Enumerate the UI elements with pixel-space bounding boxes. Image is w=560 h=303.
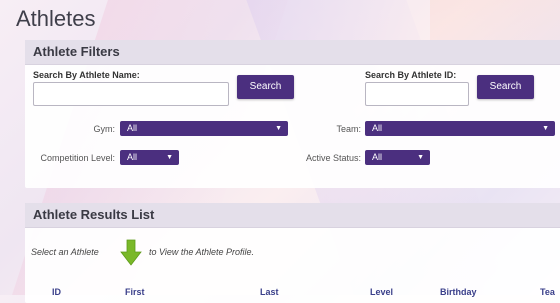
competition-level-value: All [127, 152, 138, 162]
search-name-button[interactable]: Search [237, 75, 294, 99]
results-hint-prefix: Select an Athlete [31, 247, 99, 257]
column-header-id[interactable]: ID [52, 287, 61, 297]
column-header-last[interactable]: Last [260, 287, 279, 297]
gym-select[interactable]: All ▼ [120, 121, 288, 136]
athlete-results-panel: Athlete Results List Select an Athlete t… [25, 203, 560, 303]
caret-down-icon: ▼ [417, 154, 424, 161]
competition-level-label: Competition Level: [40, 153, 115, 163]
active-status-label: Active Status: [305, 153, 361, 163]
column-header-first[interactable]: First [125, 287, 145, 297]
active-status-select[interactable]: All ▼ [365, 150, 430, 165]
athlete-filters-panel: Athlete Filters Search By Athlete Name: … [25, 40, 560, 188]
active-status-value: All [372, 152, 383, 162]
team-select[interactable]: All ▼ [365, 121, 555, 136]
gym-label: Gym: [93, 124, 116, 134]
team-label: Team: [336, 124, 361, 134]
search-name-label: Search By Athlete Name: [33, 70, 140, 80]
results-panel-header: Athlete Results List [25, 203, 560, 228]
caret-down-icon: ▼ [166, 154, 173, 161]
filters-panel-header: Athlete Filters [25, 40, 560, 65]
caret-down-icon: ▼ [542, 125, 549, 132]
column-header-level[interactable]: Level [370, 287, 393, 297]
filters-panel-title: Athlete Filters [33, 44, 120, 59]
team-select-value: All [372, 123, 383, 133]
gym-select-value: All [127, 123, 138, 133]
page-title: Athletes [16, 6, 96, 31]
athlete-id-input[interactable] [365, 82, 469, 106]
athlete-name-input[interactable] [33, 82, 229, 106]
search-id-label: Search By Athlete ID: [365, 70, 457, 80]
results-hint-suffix: to View the Athlete Profile. [149, 247, 255, 257]
green-down-arrow-icon [120, 239, 142, 266]
caret-down-icon: ▼ [275, 125, 282, 132]
column-header-team[interactable]: Tea [540, 287, 555, 297]
competition-level-select[interactable]: All ▼ [120, 150, 179, 165]
search-id-button[interactable]: Search [477, 75, 534, 99]
column-header-birthday[interactable]: Birthday [440, 287, 477, 297]
results-panel-title: Athlete Results List [33, 207, 155, 222]
